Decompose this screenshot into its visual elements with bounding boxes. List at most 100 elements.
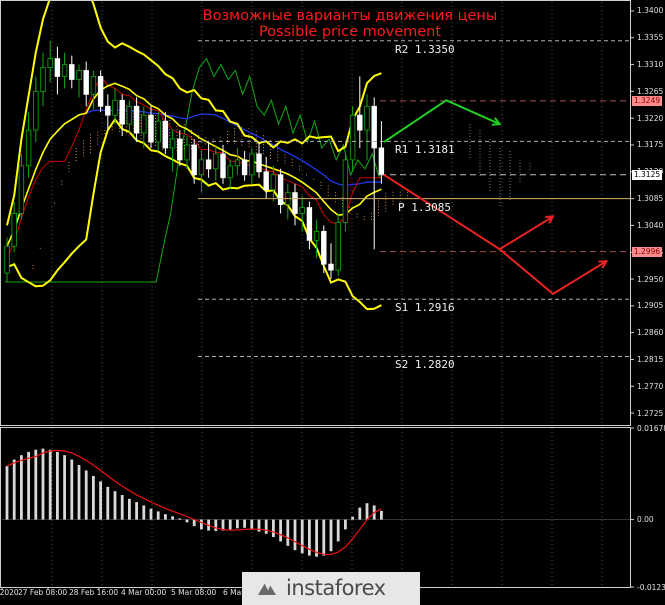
candle bbox=[205, 142, 212, 178]
macd-bar bbox=[41, 448, 45, 520]
candle bbox=[25, 112, 32, 178]
macd-tick-label: 0.01678 bbox=[637, 423, 665, 433]
macd-bar bbox=[20, 455, 23, 520]
level-label-s1: S1 1.2916 bbox=[395, 301, 455, 315]
macd-bar bbox=[63, 455, 66, 520]
macd-bar bbox=[27, 451, 30, 520]
macd-bar bbox=[236, 519, 239, 529]
price-tick-label: 1.3040 bbox=[637, 220, 664, 230]
macd-bar bbox=[200, 519, 203, 530]
level-label-p: P 1.3085 bbox=[398, 200, 451, 214]
macd-bar bbox=[214, 519, 218, 532]
candle bbox=[83, 61, 89, 107]
candle bbox=[177, 130, 183, 166]
macd-bar bbox=[329, 519, 333, 552]
price-tick-label: 1.3220 bbox=[637, 113, 664, 123]
price-tick-label: 1.2860 bbox=[637, 328, 664, 338]
candle bbox=[227, 159, 233, 190]
macd-bar bbox=[56, 451, 59, 520]
macd-bar bbox=[250, 519, 254, 530]
candle bbox=[335, 213, 341, 277]
instaforex-logo-icon bbox=[258, 582, 276, 595]
price-tag: 1.2996 bbox=[632, 246, 662, 257]
candle bbox=[76, 64, 82, 98]
level-label-r1: R1 1.3181 bbox=[395, 143, 455, 157]
macd-bar bbox=[178, 518, 182, 520]
macd-bar bbox=[120, 495, 124, 520]
macd-bar bbox=[149, 508, 153, 520]
candle bbox=[213, 144, 219, 181]
level-label-r2: R2 1.3350 bbox=[395, 42, 455, 56]
candle bbox=[61, 52, 68, 89]
price-tag: 1.3249 bbox=[632, 95, 662, 106]
macd-bar bbox=[92, 475, 95, 520]
price-tick-label: 1.3355 bbox=[637, 33, 664, 43]
candle bbox=[133, 97, 140, 143]
price-tick-label: 1.2725 bbox=[637, 408, 664, 418]
candle bbox=[105, 94, 111, 131]
candle bbox=[349, 106, 356, 172]
price-tick-label: 1.3400 bbox=[637, 6, 664, 16]
time-tick-label: 27 Feb 08:00 bbox=[18, 588, 68, 597]
price-tick-label: 1.2905 bbox=[637, 301, 664, 311]
macd-bar bbox=[279, 519, 282, 542]
candle bbox=[371, 97, 377, 250]
candle bbox=[357, 76, 363, 148]
price-pane bbox=[4, 0, 630, 425]
candle bbox=[54, 46, 61, 95]
time-tick-label: 4 Mar 00:00 bbox=[121, 588, 167, 597]
macd-bar bbox=[99, 481, 102, 520]
macd-bar bbox=[128, 498, 131, 520]
macd-tick-label: 0.00 bbox=[637, 515, 654, 525]
macd-bar bbox=[272, 519, 275, 538]
candle bbox=[263, 156, 269, 199]
logo-text: instaforex bbox=[286, 576, 386, 600]
candle bbox=[328, 243, 334, 280]
macd-bar bbox=[365, 503, 369, 520]
price-tag: 1.3125 bbox=[632, 169, 662, 180]
macd-bar bbox=[164, 514, 167, 520]
time-tick-label: 26 Feb 2020 bbox=[0, 588, 19, 597]
price-chart bbox=[0, 0, 634, 590]
candle bbox=[249, 147, 255, 184]
candle bbox=[292, 183, 298, 226]
macd-signal-line bbox=[6, 449, 382, 556]
candle bbox=[241, 150, 248, 181]
instaforex-logo: instaforex bbox=[242, 572, 420, 605]
macd-bar bbox=[243, 519, 246, 528]
macd-bar bbox=[12, 459, 16, 520]
candle bbox=[277, 168, 284, 214]
price-tick-label: 1.3085 bbox=[637, 194, 664, 204]
macd-tick-label: -0.01235 bbox=[637, 582, 665, 592]
candle bbox=[256, 142, 262, 178]
price-tick-label: 1.2950 bbox=[637, 274, 664, 284]
chart-subtitle: Possible price movement bbox=[258, 24, 442, 40]
candle bbox=[234, 147, 241, 175]
macd-bar bbox=[293, 519, 297, 551]
candle bbox=[169, 130, 176, 172]
macd-bar bbox=[185, 519, 189, 523]
candle bbox=[155, 112, 161, 151]
macd-bar bbox=[48, 449, 52, 520]
macd-bar bbox=[156, 511, 160, 520]
price-tick-label: 1.3310 bbox=[637, 60, 664, 70]
macd-bar bbox=[77, 465, 81, 520]
price-tick-label: 1.2770 bbox=[637, 381, 664, 391]
macd-frame bbox=[0, 427, 631, 588]
price-tick-label: 1.3265 bbox=[637, 86, 664, 96]
forecast-arrow bbox=[499, 248, 608, 296]
macd-bar bbox=[315, 519, 318, 557]
macd-bar bbox=[300, 519, 304, 554]
macd-bar bbox=[322, 519, 326, 556]
macd-bar bbox=[228, 519, 232, 530]
macd-bar bbox=[344, 519, 347, 530]
candle bbox=[33, 76, 39, 143]
macd-bar bbox=[358, 507, 362, 520]
time-tick-label: 5 Mar 08:00 bbox=[171, 588, 217, 597]
macd-bar bbox=[34, 449, 38, 520]
macd-bar bbox=[351, 516, 354, 520]
candle bbox=[97, 70, 104, 113]
candle bbox=[112, 88, 118, 125]
macd-bar bbox=[135, 502, 138, 520]
candle bbox=[126, 100, 133, 134]
